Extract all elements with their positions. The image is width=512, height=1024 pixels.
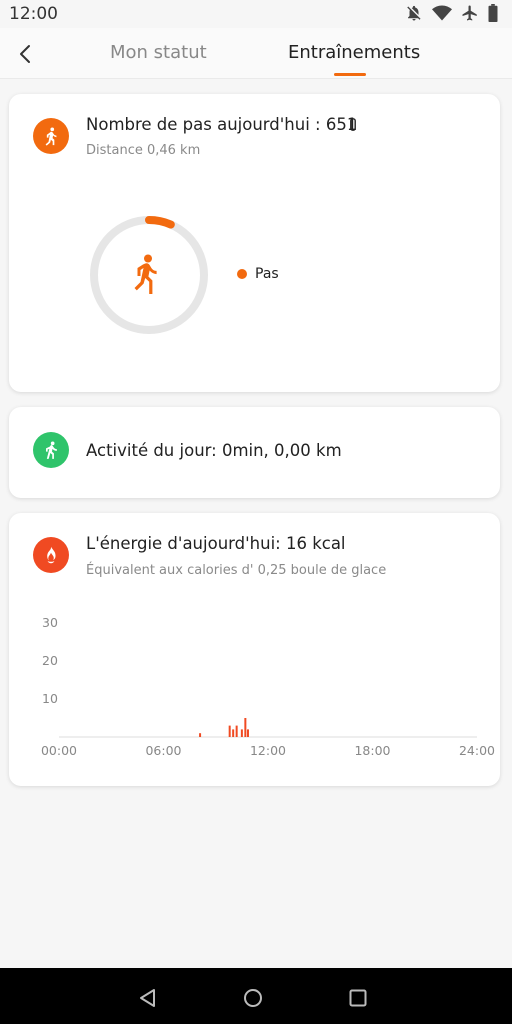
activity-badge <box>33 432 69 468</box>
running-icon <box>46 441 57 459</box>
energy-bar <box>228 725 231 737</box>
nav-back-icon[interactable] <box>138 988 158 1008</box>
airplane-mode-icon <box>462 5 477 21</box>
top-header: Mon statut Entraînements <box>0 28 512 79</box>
legend-label: Pas <box>255 266 279 282</box>
status-time: 12:00 <box>9 4 58 24</box>
activity-title: Activité du jour: 0min, 0,00 km <box>86 441 342 460</box>
status-icons <box>405 4 498 22</box>
system-nav-bar <box>0 968 512 1024</box>
x-tick-label: 18:00 <box>354 743 390 758</box>
wifi-icon <box>432 5 452 21</box>
y-tick-label: 10 <box>42 691 58 706</box>
tab-entrainements[interactable]: Entraînements <box>288 42 420 63</box>
energy-bar <box>235 725 238 737</box>
legend-dot <box>237 269 247 279</box>
x-axis-ticks: 00:00 06:00 12:00 18:00 24:00 <box>41 743 495 758</box>
ring-track <box>90 216 208 334</box>
nav-recents-icon[interactable] <box>349 989 367 1007</box>
energy-bar-chart: 10 20 30 00:00 06:00 12:00 18:00 24:00 <box>41 615 495 758</box>
steps-card[interactable]: Nombre de pas aujourd'hui : 651 Distance… <box>9 94 500 392</box>
status-bar: 12:00 <box>0 0 512 28</box>
back-arrow-icon[interactable] <box>14 42 38 66</box>
nav-home-icon[interactable] <box>243 988 263 1008</box>
energy-bar <box>240 729 243 737</box>
y-tick-label: 30 <box>42 615 58 630</box>
notifications-off-icon <box>407 5 421 21</box>
band-device-icon <box>350 118 356 131</box>
steps-progress-ring <box>84 210 214 340</box>
y-tick-label: 20 <box>42 653 58 668</box>
walking-figure-icon <box>134 254 157 294</box>
energy-bar <box>232 729 235 737</box>
y-axis-ticks: 10 20 30 <box>42 615 58 706</box>
steps-badge <box>33 118 69 154</box>
activity-card[interactable]: Activité du jour: 0min, 0,00 km <box>9 407 500 498</box>
x-tick-label: 00:00 <box>41 743 77 758</box>
energy-bar <box>199 733 202 737</box>
energy-bar <box>246 729 249 737</box>
steps-distance: Distance 0,46 km <box>86 143 201 158</box>
steps-legend: Pas <box>237 266 279 282</box>
chart-bars <box>199 718 249 737</box>
steps-title: Nombre de pas aujourd'hui : 651 <box>86 115 358 134</box>
x-tick-label: 12:00 <box>250 743 286 758</box>
x-tick-label: 24:00 <box>459 743 495 758</box>
tab-mon-statut[interactable]: Mon statut <box>110 42 207 63</box>
walking-icon <box>45 127 57 146</box>
active-tab-indicator <box>334 73 366 76</box>
x-tick-label: 06:00 <box>145 743 181 758</box>
energy-card[interactable]: L'énergie d'aujourd'hui: 16 kcal Équival… <box>9 513 500 786</box>
energy-bar <box>244 718 247 737</box>
battery-icon <box>488 4 498 22</box>
